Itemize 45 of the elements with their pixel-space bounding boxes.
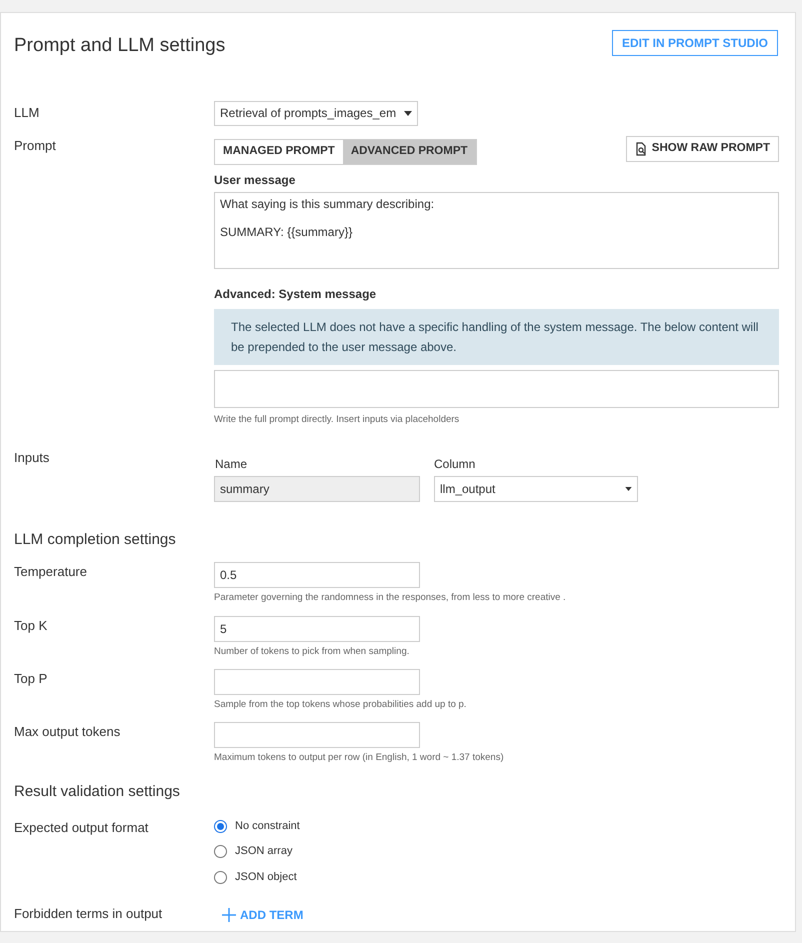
field-label: Forbidden terms in output [14, 904, 164, 923]
help-text: Parameter governing the randomness in the responses, from less to more creative . [214, 591, 566, 606]
field-label: Expected output format [14, 818, 150, 837]
input-name-field: summary [214, 476, 420, 502]
message-line: SUMMARY: {{summary}} [220, 224, 354, 238]
llm-dropdown[interactable]: Retrieval of prompts_images_em [214, 100, 418, 126]
notice-message: The selected LLM does not have a specific handling of the system message. The below content will be prepended to the user message above. [214, 308, 779, 364]
number-field[interactable] [214, 722, 420, 748]
column-header: Column [434, 456, 476, 473]
page-title: Prompt and LLM settings [14, 34, 226, 58]
column-dropdown[interactable]: llm_output [434, 476, 638, 502]
system-message-field[interactable] [214, 370, 779, 408]
prompt-tab[interactable]: ADVANCED PROMPT [342, 140, 476, 164]
radio-label: JSON object [235, 870, 297, 885]
section-label: User message [214, 172, 296, 188]
section-heading: LLM completion settings [14, 530, 177, 550]
message-line: What saying is this summary describing: [220, 196, 436, 210]
field-label: Inputs [14, 448, 50, 467]
field-label: Temperature [14, 563, 88, 582]
help-text: Maximum tokens to output per row (in English, 1 word ~ 1.37 tokens) [214, 751, 504, 765]
radio-button[interactable] [214, 845, 227, 858]
field-label: Prompt [14, 136, 57, 155]
column-header: Name [215, 456, 248, 473]
help-text: Sample from the top tokens whose probabilities add up to p. [214, 698, 466, 712]
field-label: Top P [14, 670, 48, 688]
help-text: Write the full prompt directly. Insert inputs via placeholders [214, 412, 460, 426]
number-field[interactable]: 0.5 [214, 562, 420, 588]
field-label: Max output tokens [14, 723, 122, 741]
field-label: LLM [14, 104, 40, 122]
radio-label: No constraint [235, 818, 300, 834]
caret-icon [404, 110, 412, 116]
section-label: Advanced: System message [214, 286, 378, 302]
document-search-icon [634, 142, 647, 156]
plus-icon [222, 908, 236, 922]
user-message-field[interactable]: What saying is this summary describing: SUMMARY: {{summary}} [214, 192, 779, 268]
radio-label: JSON array [235, 844, 292, 860]
number-field[interactable] [214, 668, 420, 695]
field-label: Top K [14, 616, 48, 635]
show-raw-prompt-button[interactable]: SHOW RAW PROMPT [626, 136, 779, 162]
caret-icon [625, 486, 632, 491]
help-text: Number of tokens to pick from when sampling. [214, 644, 410, 658]
section-heading: Result validation settings [14, 782, 181, 802]
radio-button[interactable] [214, 820, 227, 832]
radio-button[interactable] [214, 870, 227, 884]
number-field[interactable]: 5 [214, 616, 420, 642]
